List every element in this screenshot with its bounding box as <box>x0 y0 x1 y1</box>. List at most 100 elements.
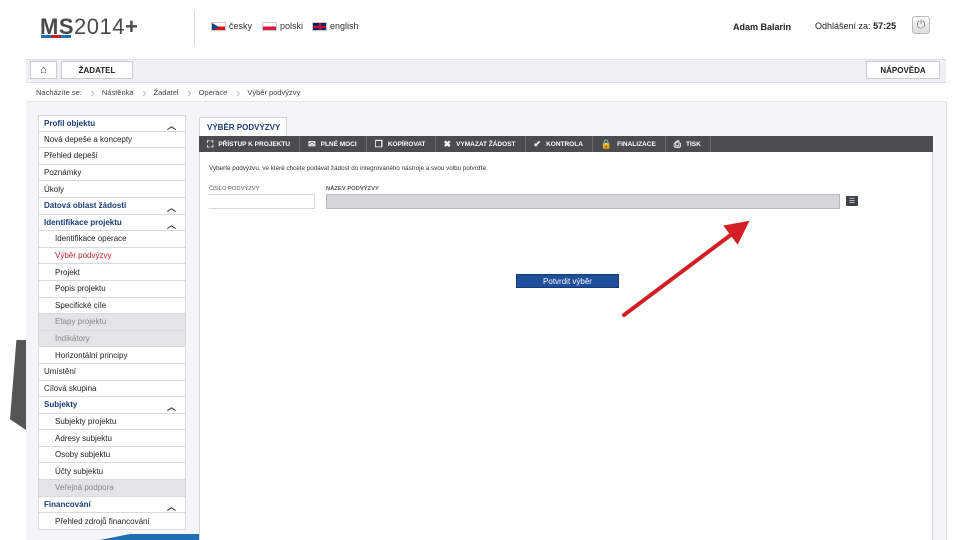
sidebar-item[interactable]: Poznámky <box>38 164 186 182</box>
right-border <box>946 102 947 540</box>
sidebar-item[interactable]: Popis projektu <box>38 280 186 298</box>
sidebar-item-label: Indikátory <box>55 334 90 344</box>
sidebar-item-label: Datová oblast žádosti <box>44 201 127 211</box>
chevron-up-icon[interactable]: ︿ <box>167 119 176 132</box>
chevron-up-icon[interactable]: ︿ <box>167 201 176 214</box>
sidebar-item-label: Identifikace projektu <box>44 217 122 227</box>
chevron-up-icon[interactable]: ︿ <box>167 400 176 413</box>
content-panel <box>199 152 933 540</box>
sidebar-item-label: Přehled zdrojů financování <box>55 516 150 526</box>
uk-flag-icon <box>312 21 327 31</box>
language-czech[interactable]: česky <box>211 21 252 31</box>
action-label: VYMAZAT ŽÁDOST <box>456 140 516 148</box>
breadcrumb-current: Výběr podvýzvy <box>247 88 301 97</box>
sidebar-item-label: Osoby subjektu <box>55 450 111 460</box>
subcall-name-field[interactable] <box>326 194 840 209</box>
subcall-name-label: NÁZEV PODVÝZVY <box>326 186 379 192</box>
sidebar-item-label: Specifické cíle <box>55 300 107 310</box>
sidebar-item[interactable]: Výběr podvýzvy <box>38 247 186 265</box>
applicant-button[interactable]: ŽADATEL <box>61 61 133 79</box>
sidebar-item[interactable]: Přehled zdrojů financování <box>38 513 186 530</box>
sidebar-item[interactable]: Subjekty ︿ <box>38 397 186 414</box>
sidebar-item-label: Identifikace operace <box>55 234 127 244</box>
sidebar-item[interactable]: Profil objektu ︿ <box>38 115 186 132</box>
action-bar: ⛶ PŘÍSTUP K PROJEKTU ✉ PLNÉ MOCI ❐ KOPÍROVAT ✖… <box>199 136 933 152</box>
sidebar: Profil objektu ︿ Nová depeše a koncepty Pře… <box>38 115 186 530</box>
top-toolbar <box>26 59 946 83</box>
tab-subcall-selection[interactable]: VÝBĚR PODVÝZVY <box>199 117 287 136</box>
sidebar-item[interactable]: Subjekty projektu <box>38 413 186 431</box>
sidebar-item[interactable]: Přehled depeší <box>38 148 186 165</box>
sidebar-item-label: Přehled depeší <box>44 151 98 161</box>
sidebar-item-label: Veřejná podpora <box>55 483 114 493</box>
chevron-up-icon[interactable]: ︿ <box>167 218 176 231</box>
action-button[interactable]: ✔ KONTROLA <box>526 136 593 152</box>
sidebar-item-label: Cílová skupina <box>44 383 97 393</box>
sidebar-item-label: Nová depeše a koncepty <box>44 134 133 144</box>
envelope-icon: ✉ <box>308 138 316 149</box>
sidebar-item[interactable]: Projekt <box>38 264 186 281</box>
list-select-icon[interactable]: ☰ <box>846 196 858 206</box>
sidebar-item-label: Subjekty projektu <box>55 416 117 426</box>
action-label: KONTROLA <box>546 140 583 148</box>
sidebar-item-label: Umístění <box>44 367 77 377</box>
sidebar-item: Indikátory <box>38 330 186 348</box>
user-name[interactable]: Adam Balarin <box>733 22 791 32</box>
sidebar-item[interactable]: Nová depeše a koncepty <box>38 131 186 149</box>
copy-icon: ❐ <box>374 138 383 149</box>
sidebar-item[interactable]: Datová oblast žádosti ︿ <box>38 197 186 215</box>
sidebar-item[interactable]: Identifikace projektu ︿ <box>38 214 186 232</box>
language-english[interactable]: english <box>312 21 359 31</box>
sidebar-item-label: Horizontální principy <box>55 350 128 360</box>
action-button[interactable]: ✖ VYMAZAT ŽÁDOST <box>436 136 526 152</box>
action-button[interactable]: 🔒 FINALIZACE <box>593 136 666 152</box>
sidebar-item[interactable]: Úkoly <box>38 181 186 198</box>
sidebar-item-label: Financování <box>44 499 91 509</box>
check-icon: ✔ <box>533 138 542 149</box>
action-button[interactable]: ⎙ TISK <box>666 136 711 152</box>
print-icon: ⎙ <box>673 138 681 149</box>
action-button[interactable]: ❐ KOPÍROVAT <box>367 136 436 152</box>
logout-time: 57:25 <box>873 21 897 31</box>
power-icon[interactable]: ⏻ <box>912 16 930 34</box>
action-label: PLNÉ MOCI <box>320 140 357 148</box>
sitemap-icon: ⛶ <box>207 138 214 149</box>
home-icon: ⌂ <box>40 64 47 76</box>
breadcrumb-dashboard[interactable]: Nástěnka <box>92 85 146 100</box>
sidebar-item-label: Projekt <box>55 267 80 277</box>
sidebar-item[interactable]: Cílová skupina <box>38 380 186 398</box>
sidebar-item[interactable]: Umístění <box>38 363 186 381</box>
lock-icon: 🔒 <box>600 138 613 149</box>
sidebar-item: Veřejná podpora <box>38 480 186 497</box>
logo-underline <box>41 35 71 38</box>
breadcrumb: Nacházíte se: Nástěnka Žadatel Operace V… <box>26 84 946 102</box>
action-button[interactable]: ⛶ PŘÍSTUP K PROJEKTU <box>199 136 301 152</box>
breadcrumb-label: Nacházíte se: <box>26 85 95 100</box>
sidebar-item-label: Výběr podvýzvy <box>55 251 112 261</box>
chevron-up-icon[interactable]: ︿ <box>167 500 176 513</box>
sidebar-item[interactable]: Adresy subjektu <box>38 430 186 447</box>
red-arrow-annotation <box>622 220 750 317</box>
breadcrumb-applicant[interactable]: Žadatel <box>144 85 192 100</box>
action-button[interactable]: ✉ PLNÉ MOCI <box>300 136 367 152</box>
sidebar-item[interactable]: Účty subjektu <box>38 463 186 481</box>
home-button[interactable]: ⌂ <box>30 61 57 79</box>
sidebar-item: Etapy projektu <box>38 314 186 331</box>
sidebar-item[interactable]: Financování ︿ <box>38 496 186 514</box>
header-divider <box>194 10 195 46</box>
sidebar-item-label: Účty subjektu <box>55 466 104 476</box>
sidebar-item[interactable]: Horizontální principy <box>38 347 186 364</box>
sidebar-item[interactable]: Specifické cíle <box>38 297 186 315</box>
sidebar-item-label: Úkoly <box>44 184 65 194</box>
action-label: KOPÍROVAT <box>387 140 426 148</box>
subcall-number-label: ČÍSLO PODVÝZVY <box>209 186 260 192</box>
language-polish[interactable]: polski <box>262 21 303 31</box>
breadcrumb-operation[interactable]: Operace <box>189 85 241 100</box>
subcall-number-field[interactable] <box>209 194 315 209</box>
action-label: TISK <box>685 140 701 148</box>
sidebar-item[interactable]: Identifikace operace <box>38 231 186 248</box>
czech-flag-icon <box>211 21 226 31</box>
sidebar-item[interactable]: Osoby subjektu <box>38 446 186 464</box>
action-label: FINALIZACE <box>617 140 656 148</box>
help-button[interactable]: NÁPOVĚDA <box>866 61 940 79</box>
